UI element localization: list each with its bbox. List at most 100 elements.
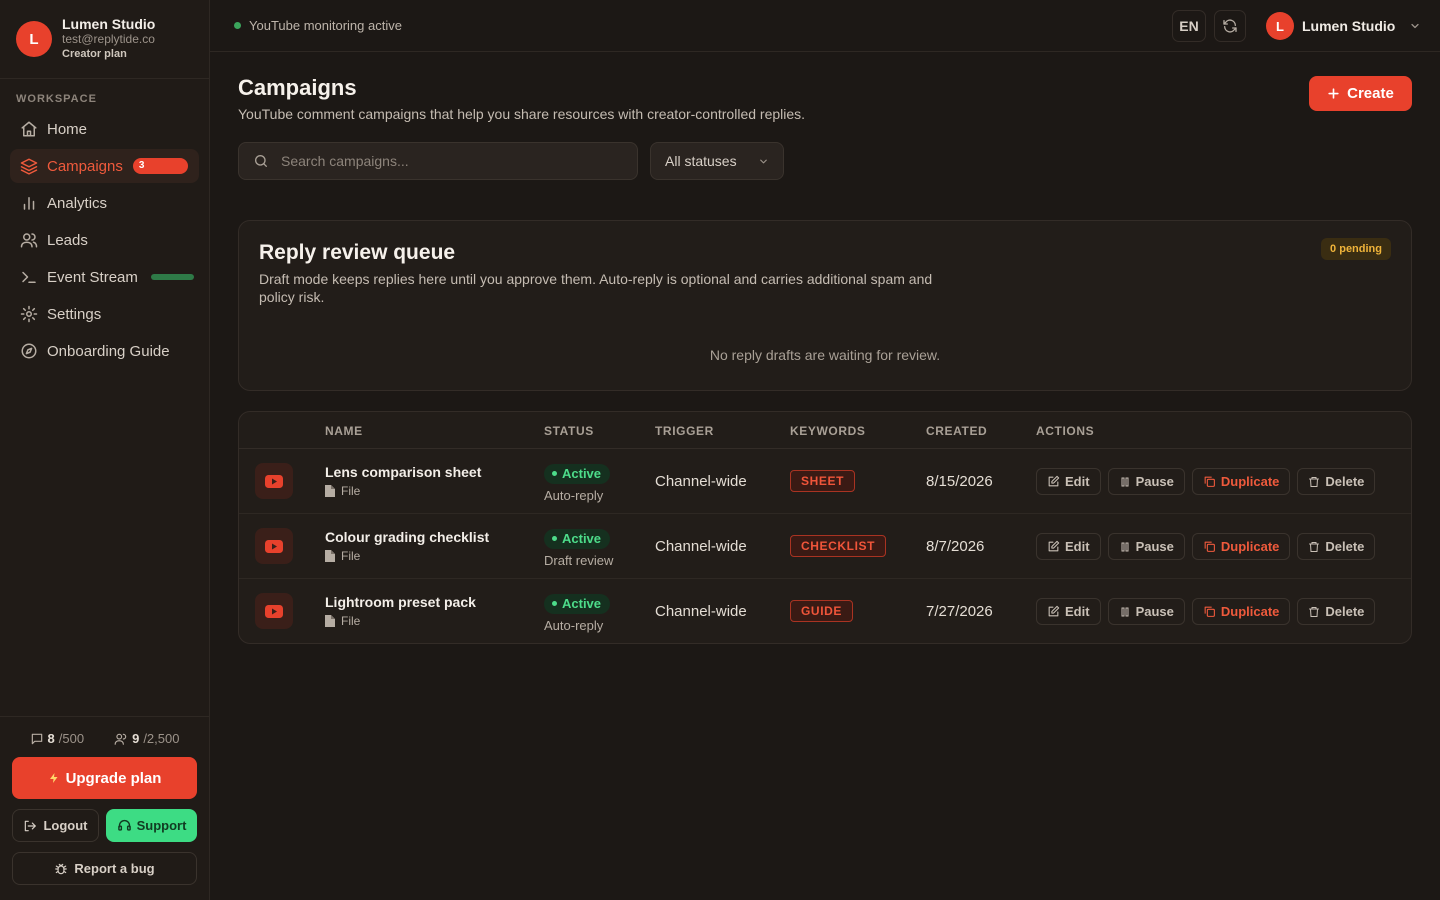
account-header[interactable]: L Lumen Studio test@replytide.co Creator… bbox=[0, 0, 209, 79]
delete-button[interactable]: Delete bbox=[1297, 533, 1376, 560]
sidebar-item-event-stream[interactable]: Event Stream bbox=[10, 260, 199, 294]
sidebar-nav: Home Campaigns 3 Analytics Leads Event S… bbox=[10, 112, 199, 371]
status-filter-value: All statuses bbox=[665, 153, 737, 169]
duplicate-button[interactable]: Duplicate bbox=[1191, 598, 1291, 625]
pause-label: Pause bbox=[1135, 539, 1174, 554]
keyword-tag: SHEET bbox=[790, 470, 856, 492]
campaign-name[interactable]: Lens comparison sheet bbox=[325, 464, 481, 480]
file-icon bbox=[325, 485, 335, 497]
edit-label: Edit bbox=[1065, 604, 1090, 619]
refresh-button[interactable] bbox=[1214, 10, 1246, 42]
table-row[interactable]: Lightroom preset pack File Active Auto-r… bbox=[239, 579, 1411, 643]
monitoring-status: YouTube monitoring active bbox=[234, 18, 402, 33]
chevron-down-icon bbox=[758, 156, 769, 167]
users-icon bbox=[114, 732, 128, 746]
edit-button[interactable]: Edit bbox=[1036, 533, 1101, 560]
sidebar-item-label: Home bbox=[47, 120, 88, 138]
account-email: test@replytide.co bbox=[62, 31, 155, 46]
queue-description: Draft mode keeps replies here until you … bbox=[259, 271, 933, 305]
campaigns-count-badge: 3 bbox=[132, 158, 188, 174]
pause-button[interactable]: Pause bbox=[1107, 533, 1185, 560]
duplicate-button[interactable]: Duplicate bbox=[1191, 533, 1291, 560]
delete-button[interactable]: Delete bbox=[1297, 468, 1376, 495]
column-header-name[interactable]: NAME bbox=[325, 424, 363, 438]
support-button[interactable]: Support bbox=[106, 809, 197, 842]
sidebar-item-label: Campaigns bbox=[47, 157, 123, 175]
logout-button[interactable]: Logout bbox=[12, 809, 99, 842]
headset-icon bbox=[117, 818, 132, 833]
column-header-trigger[interactable]: TRIGGER bbox=[655, 424, 714, 438]
status-badge: Active bbox=[544, 593, 611, 614]
edit-label: Edit bbox=[1065, 474, 1090, 489]
page-title: Campaigns bbox=[238, 75, 357, 100]
pause-label: Pause bbox=[1135, 474, 1174, 489]
sidebar-item-label: Settings bbox=[47, 305, 102, 323]
row-actions: Edit Pause Duplicate Delete bbox=[1036, 468, 1376, 495]
queue-empty-message: No reply drafts are waiting for review. bbox=[709, 347, 941, 363]
sidebar-item-label: Onboarding Guide bbox=[47, 342, 170, 360]
edit-icon bbox=[1047, 540, 1060, 553]
campaign-name[interactable]: Colour grading checklist bbox=[325, 529, 489, 545]
sidebar-item-settings[interactable]: Settings bbox=[10, 297, 199, 331]
compass-icon bbox=[20, 342, 38, 360]
user-avatar: L bbox=[1266, 12, 1294, 40]
status-badge: Active bbox=[544, 463, 611, 484]
column-header-created[interactable]: CREATED bbox=[926, 424, 987, 438]
usage-summary: 8 /500 9 /2,500 bbox=[0, 731, 209, 746]
duplicate-button[interactable]: Duplicate bbox=[1191, 468, 1291, 495]
top-bar: YouTube monitoring active EN L Lumen Stu… bbox=[210, 0, 1440, 52]
edit-button[interactable]: Edit bbox=[1036, 598, 1101, 625]
plus-icon bbox=[1327, 87, 1340, 100]
pause-button[interactable]: Pause bbox=[1107, 468, 1185, 495]
sidebar-item-campaigns[interactable]: Campaigns 3 bbox=[10, 149, 199, 183]
resource-type: File bbox=[341, 614, 361, 628]
status-label: Active bbox=[562, 466, 602, 481]
replies-used: 8 bbox=[47, 731, 55, 746]
edit-button[interactable]: Edit bbox=[1036, 468, 1101, 495]
status-label: Active bbox=[562, 531, 602, 546]
youtube-icon bbox=[255, 528, 293, 564]
copy-icon bbox=[1203, 475, 1216, 488]
row-actions: Edit Pause Duplicate Delete bbox=[1036, 533, 1376, 560]
user-menu-name: Lumen Studio bbox=[1302, 18, 1396, 34]
account-name: Lumen Studio bbox=[62, 15, 156, 32]
logout-label: Logout bbox=[43, 818, 88, 833]
column-header-actions: ACTIONS bbox=[1036, 424, 1095, 438]
search-box bbox=[238, 142, 638, 180]
sidebar-item-leads[interactable]: Leads bbox=[10, 223, 199, 257]
pause-icon bbox=[1119, 606, 1131, 618]
search-input[interactable] bbox=[281, 153, 611, 169]
live-indicator bbox=[150, 274, 194, 280]
pause-button[interactable]: Pause bbox=[1107, 598, 1185, 625]
language-button[interactable]: EN bbox=[1172, 10, 1206, 42]
sidebar-item-analytics[interactable]: Analytics bbox=[10, 186, 199, 220]
report-bug-button[interactable]: Report a bug bbox=[12, 852, 197, 885]
column-header-status[interactable]: STATUS bbox=[544, 424, 594, 438]
logout-icon bbox=[23, 819, 37, 833]
sidebar-item-label: Leads bbox=[47, 231, 88, 249]
copy-icon bbox=[1203, 605, 1216, 618]
create-campaign-button[interactable]: Create bbox=[1309, 76, 1412, 111]
pause-label: Pause bbox=[1135, 604, 1174, 619]
bug-icon bbox=[54, 862, 68, 876]
delete-button[interactable]: Delete bbox=[1297, 598, 1376, 625]
sidebar-item-onboarding-guide[interactable]: Onboarding Guide bbox=[10, 334, 199, 368]
upgrade-plan-button[interactable]: Upgrade plan bbox=[12, 757, 197, 799]
message-icon bbox=[30, 732, 44, 746]
trash-icon bbox=[1308, 606, 1320, 618]
column-header-keywords[interactable]: KEYWORDS bbox=[790, 424, 865, 438]
table-row[interactable]: Lens comparison sheet File Active Auto-r… bbox=[239, 449, 1411, 514]
status-filter-select[interactable]: All statuses bbox=[650, 142, 784, 180]
sidebar-item-home[interactable]: Home bbox=[10, 112, 199, 146]
terminal-icon bbox=[20, 268, 38, 286]
user-menu[interactable]: L Lumen Studio bbox=[1266, 12, 1421, 40]
campaign-name[interactable]: Lightroom preset pack bbox=[325, 594, 476, 610]
leads-used: 9 bbox=[132, 731, 140, 746]
leads-usage: 9 /2,500 bbox=[114, 731, 179, 746]
table-row[interactable]: Colour grading checklist File Active Dra… bbox=[239, 514, 1411, 579]
sidebar: L Lumen Studio test@replytide.co Creator… bbox=[0, 0, 210, 900]
status-label: Active bbox=[562, 596, 602, 611]
pause-icon bbox=[1119, 541, 1131, 553]
status-badge: Active bbox=[544, 528, 611, 549]
delete-label: Delete bbox=[1325, 539, 1365, 554]
